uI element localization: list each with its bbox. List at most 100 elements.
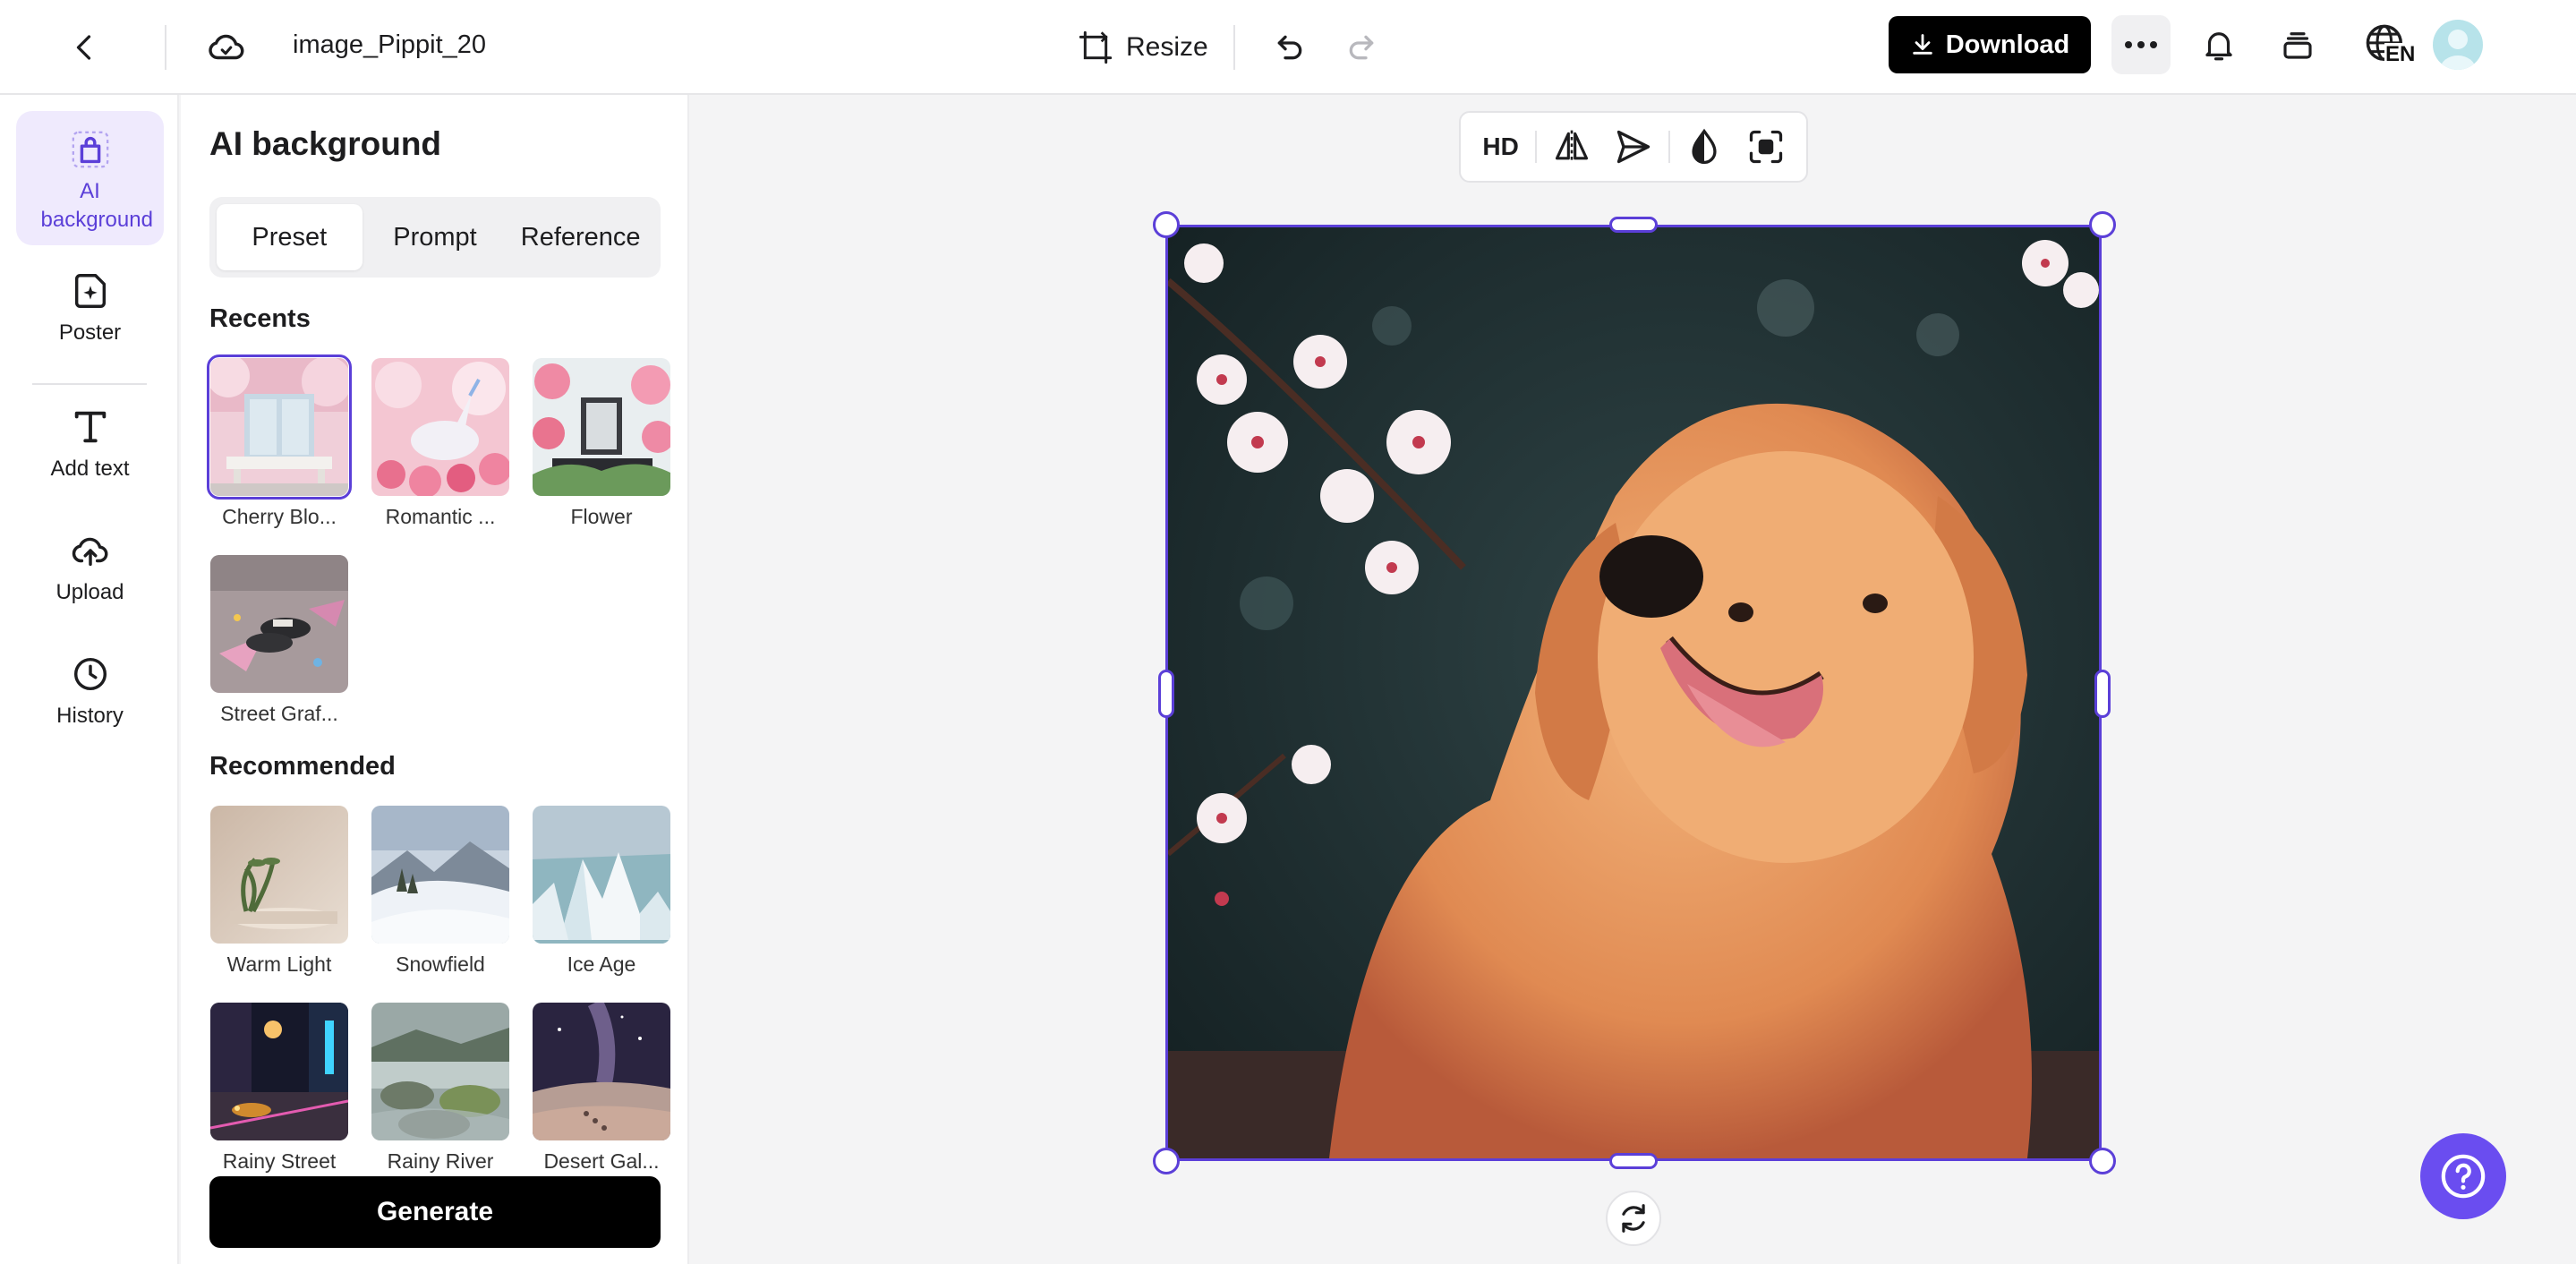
- resize-handle-top-right[interactable]: [2089, 211, 2116, 238]
- preset-thumbnail: [210, 555, 348, 693]
- toolbar-divider: [1668, 131, 1670, 163]
- rail-item-ai-background[interactable]: AI background: [16, 111, 164, 245]
- preset-snowfield[interactable]: Snowfield: [371, 806, 509, 977]
- rail-label: Upload: [55, 580, 124, 604]
- notifications-button[interactable]: [2189, 15, 2248, 74]
- download-label: Download: [1945, 30, 2070, 59]
- tab-preset[interactable]: Preset: [217, 204, 363, 270]
- generate-button[interactable]: Generate: [209, 1176, 661, 1248]
- bag-icon: [72, 131, 108, 168]
- help-icon: [2441, 1154, 2486, 1199]
- preset-street-graffiti[interactable]: Street Graf...: [210, 555, 348, 726]
- rail-item-history[interactable]: History: [16, 653, 164, 752]
- user-icon: [2440, 30, 2476, 70]
- rotate-button[interactable]: [1606, 1191, 1661, 1246]
- rail-label: Add text: [50, 457, 130, 481]
- preset-thumbnail: [210, 1003, 348, 1140]
- ai-background-panel: AI background Preset Prompt Reference Re…: [181, 95, 689, 1264]
- preset-label: Romantic ...: [385, 505, 496, 528]
- chevron-left-icon: [76, 35, 91, 60]
- tab-reference[interactable]: Reference: [508, 204, 653, 270]
- preset-thumbnail: [371, 1003, 509, 1140]
- preset-cherry-blossom[interactable]: Cherry Blo...: [207, 354, 352, 529]
- divider: [1233, 25, 1235, 70]
- language-code: EN: [2384, 42, 2417, 66]
- send-button[interactable]: [1606, 119, 1660, 175]
- preset-thumbnail: [207, 354, 352, 500]
- cloud-icon: [209, 34, 244, 60]
- preset-label: Snowfield: [396, 952, 485, 976]
- redo-button[interactable]: [1330, 16, 1393, 79]
- color-adjust-button[interactable]: [1677, 119, 1732, 175]
- more-options-button[interactable]: [2111, 15, 2171, 74]
- download-icon: [1912, 34, 1932, 55]
- more-icon: [2125, 41, 2157, 48]
- help-button[interactable]: [2420, 1133, 2506, 1219]
- resize-icon: [1079, 30, 1113, 64]
- rail-item-poster[interactable]: Poster: [16, 270, 164, 369]
- hd-button[interactable]: HD: [1473, 119, 1528, 175]
- flip-icon: [1555, 130, 1588, 164]
- preset-flower[interactable]: Flower: [533, 358, 670, 529]
- toolbar-divider: [1535, 131, 1538, 163]
- dog-photo: [1168, 227, 2099, 1158]
- resize-handle-top[interactable]: [1609, 217, 1658, 233]
- rail-item-upload[interactable]: Upload: [16, 530, 164, 628]
- preset-label: Desert Gal...: [543, 1149, 660, 1173]
- preset-thumbnail: [210, 806, 348, 944]
- resize-handle-bottom-right[interactable]: [2089, 1148, 2116, 1174]
- cloud-sync-button[interactable]: [195, 16, 258, 79]
- preset-rainy-street[interactable]: Rainy Street: [210, 1003, 348, 1174]
- hd-label: HD: [1482, 132, 1519, 160]
- divider: [165, 25, 166, 70]
- preset-thumbnail: [533, 358, 670, 496]
- preset-label: Rainy River: [387, 1149, 494, 1173]
- focus-icon: [1750, 130, 1783, 164]
- preset-warm-light[interactable]: Warm Light: [210, 806, 348, 977]
- back-button[interactable]: [54, 16, 116, 79]
- flip-button[interactable]: [1544, 119, 1599, 175]
- resize-button[interactable]: Resize: [1065, 20, 1221, 75]
- preset-ice-age[interactable]: Ice Age: [533, 806, 670, 977]
- rail-item-add-text[interactable]: Add text: [16, 406, 164, 505]
- resize-handle-top-left[interactable]: [1153, 211, 1180, 238]
- bell-icon: [2205, 32, 2232, 61]
- download-button[interactable]: Download: [1889, 16, 2091, 73]
- rail-label: History: [56, 704, 124, 728]
- preset-romantic[interactable]: Romantic ...: [371, 358, 509, 529]
- left-rail: AI background Poster Add text Upload His…: [0, 95, 179, 1264]
- document-title[interactable]: image_Pippit_20: [293, 27, 486, 63]
- tab-prompt[interactable]: Prompt: [363, 204, 508, 270]
- undo-button[interactable]: [1258, 16, 1321, 79]
- preset-label: Ice Age: [567, 952, 636, 976]
- panel-title: AI background: [209, 125, 442, 162]
- resize-handle-bottom[interactable]: [1609, 1153, 1658, 1169]
- resize-label: Resize: [1126, 32, 1208, 62]
- preset-desert-galaxy[interactable]: Desert Gal...: [533, 1003, 670, 1174]
- top-bar: image_Pippit_20 Resize Download EN: [0, 0, 2576, 95]
- cutout-button[interactable]: [1739, 119, 1794, 175]
- resize-handle-left[interactable]: [1158, 670, 1174, 718]
- preset-label: Warm Light: [226, 952, 332, 976]
- avatar[interactable]: [2433, 20, 2483, 70]
- preset-rainy-river[interactable]: Rainy River: [371, 1003, 509, 1174]
- text-icon: [74, 411, 106, 443]
- rail-divider: [32, 383, 147, 385]
- canvas-image[interactable]: [1165, 225, 2102, 1161]
- recents-title: Recents: [209, 304, 311, 333]
- preset-label: Flower: [570, 505, 633, 528]
- preset-label: Cherry Blo...: [222, 505, 337, 528]
- layers-button[interactable]: [2268, 15, 2327, 74]
- rotate-icon: [1622, 1204, 1645, 1233]
- resize-handle-bottom-left[interactable]: [1153, 1148, 1180, 1174]
- preset-thumbnail: [533, 806, 670, 944]
- recommended-title: Recommended: [209, 752, 396, 781]
- image-toolbar: HD: [1459, 111, 1808, 183]
- poster-icon: [74, 274, 106, 308]
- preset-thumbnail: [533, 1003, 670, 1140]
- language-button[interactable]: EN: [2350, 13, 2422, 77]
- send-icon: [1616, 130, 1651, 164]
- resize-handle-right[interactable]: [2094, 670, 2111, 718]
- drop-icon: [1692, 128, 1717, 165]
- clock-icon: [73, 657, 107, 691]
